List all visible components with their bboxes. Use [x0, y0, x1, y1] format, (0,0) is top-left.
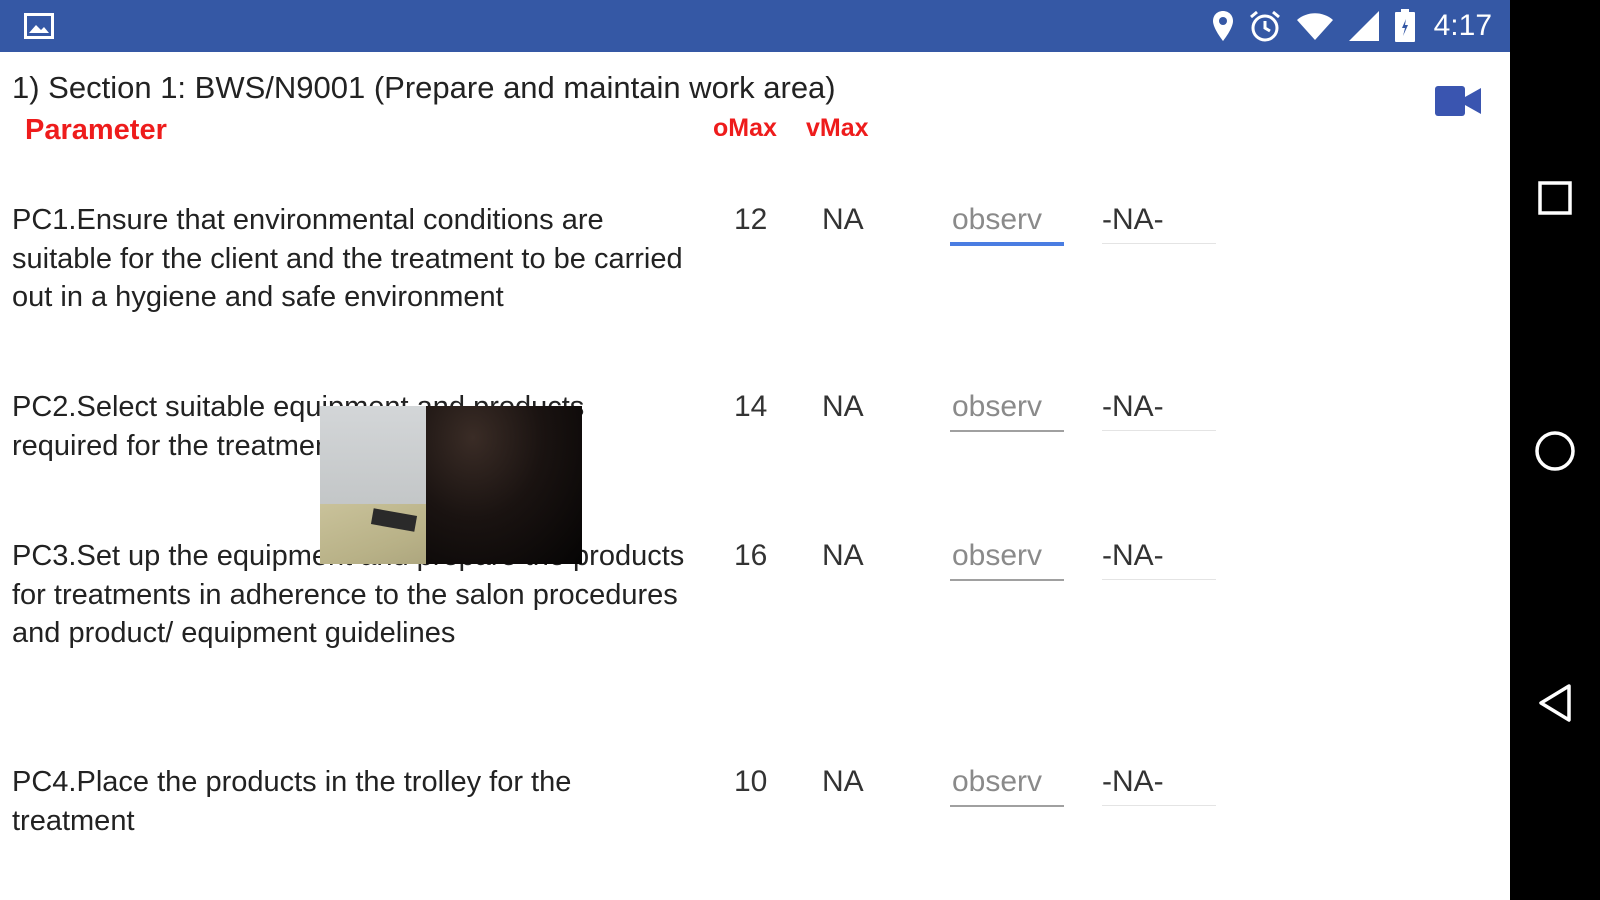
camera-preview[interactable] — [320, 406, 582, 564]
observation-input-underline — [950, 430, 1064, 432]
alarm-icon — [1248, 9, 1282, 43]
section-title: 1) Section 1: BWS/N9001 (Prepare and mai… — [12, 70, 836, 105]
observation-input-underline — [950, 579, 1064, 581]
vmax-value: NA — [822, 765, 864, 798]
omax-value: 12 — [734, 203, 768, 236]
location-pin-icon — [1212, 10, 1234, 42]
omax-header: oMax — [713, 114, 777, 142]
pc-description: PC4.Place the products in the trolley fo… — [12, 766, 572, 837]
observation-input[interactable] — [950, 386, 1064, 428]
parameter-header: Parameter — [25, 114, 167, 146]
vmax-header: vMax — [806, 114, 869, 142]
battery-icon — [1394, 9, 1416, 43]
navigation-bar — [1510, 0, 1600, 900]
omax-value: 14 — [734, 390, 768, 423]
na-field-underline — [1102, 579, 1216, 580]
observation-input-underline — [950, 805, 1064, 807]
home-circle-icon[interactable] — [1510, 421, 1600, 481]
na-field-underline — [1102, 430, 1216, 431]
back-triangle-icon[interactable] — [1510, 673, 1600, 733]
na-field-underline — [1102, 805, 1216, 806]
observation-input[interactable] — [950, 761, 1064, 803]
na-field[interactable]: -NA- — [1102, 201, 1164, 239]
wifi-icon — [1296, 11, 1334, 41]
status-clock: 4:17 — [1433, 9, 1492, 42]
omax-value: 10 — [734, 765, 768, 798]
pc-description: PC1.Ensure that environmental conditions… — [12, 204, 683, 313]
video-camera-icon[interactable] — [1435, 86, 1481, 116]
na-field-underline — [1102, 243, 1216, 244]
na-field[interactable]: -NA- — [1102, 763, 1164, 801]
vmax-value: NA — [822, 390, 864, 423]
status-bar: 4:17 — [0, 0, 1510, 52]
na-field[interactable]: -NA- — [1102, 537, 1164, 575]
recents-square-icon[interactable] — [1510, 168, 1600, 228]
na-field[interactable]: -NA- — [1102, 388, 1164, 426]
observation-input-underline — [950, 242, 1064, 246]
cell-signal-icon — [1348, 10, 1380, 42]
gallery-icon — [24, 13, 54, 39]
status-icons: 4:17 — [1212, 8, 1492, 44]
assessment-content: 1) Section 1: BWS/N9001 (Prepare and mai… — [0, 52, 1510, 900]
vmax-value: NA — [822, 203, 864, 236]
observation-input[interactable] — [950, 535, 1064, 577]
observation-input[interactable] — [950, 199, 1064, 241]
omax-value: 16 — [734, 539, 768, 572]
vmax-value: NA — [822, 539, 864, 572]
